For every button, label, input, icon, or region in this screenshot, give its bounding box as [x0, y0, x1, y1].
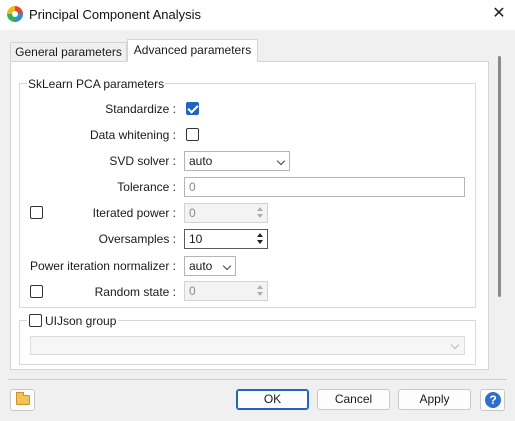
svd-solver-value: auto	[189, 154, 213, 168]
tab-general-parameters[interactable]: General parameters	[10, 42, 127, 62]
title-bar: Principal Component Analysis ✕	[0, 0, 515, 30]
standardize-checkbox[interactable]	[186, 102, 199, 115]
help-icon: ?	[485, 392, 501, 408]
sklearn-group-title: SkLearn PCA parameters	[27, 77, 166, 91]
spin-down-icon[interactable]	[255, 213, 266, 221]
random-state-value: 0	[189, 284, 196, 298]
random-state-enable-checkbox[interactable]	[30, 285, 43, 298]
app-logo-icon	[7, 6, 23, 22]
cancel-button[interactable]: Cancel	[317, 389, 390, 410]
tolerance-label: Tolerance :	[117, 180, 176, 194]
footer-divider	[8, 379, 507, 380]
iterated-power-value: 0	[189, 206, 196, 220]
iterated-power-enable-checkbox[interactable]	[30, 206, 43, 219]
svd-solver-label: SVD solver :	[109, 154, 176, 168]
spin-down-icon[interactable]	[255, 239, 266, 247]
scrollbar-thumb[interactable]	[498, 56, 501, 297]
window-title: Principal Component Analysis	[29, 7, 201, 22]
help-button[interactable]: ?	[480, 389, 505, 411]
folder-icon	[16, 392, 30, 405]
oversamples-label: Oversamples :	[98, 232, 176, 246]
standardize-label: Standardize :	[105, 102, 176, 116]
apply-button[interactable]: Apply	[398, 389, 471, 410]
iterated-power-label: Iterated power :	[92, 206, 176, 220]
uijson-group-header: UIJson group	[27, 314, 119, 328]
oversamples-spinbox[interactable]: 10	[184, 229, 268, 249]
power-iteration-normalizer-select[interactable]: auto	[184, 256, 236, 276]
random-state-spinbox[interactable]: 0	[184, 281, 268, 301]
tolerance-placeholder: 0	[189, 180, 196, 194]
load-file-button[interactable]	[10, 389, 35, 411]
chevron-down-icon	[450, 340, 460, 350]
spin-up-icon[interactable]	[255, 283, 266, 291]
data-whitening-label: Data whitening :	[89, 128, 176, 142]
power-iteration-normalizer-value: auto	[189, 259, 213, 273]
tolerance-input[interactable]: 0	[184, 177, 465, 197]
chevron-down-icon	[222, 261, 232, 271]
oversamples-value: 10	[189, 232, 203, 246]
spin-down-icon[interactable]	[255, 291, 266, 299]
chevron-down-icon	[276, 156, 286, 166]
uijson-group-checkbox[interactable]	[29, 314, 42, 327]
uijson-group-label: UIJson group	[45, 314, 117, 328]
power-iteration-normalizer-label: Power iteration normalizer :	[29, 259, 176, 273]
data-whitening-checkbox[interactable]	[186, 128, 199, 141]
random-state-label: Random state :	[94, 285, 176, 299]
close-button[interactable]: ✕	[488, 3, 510, 25]
spin-up-icon[interactable]	[255, 231, 266, 239]
iterated-power-spinbox[interactable]: 0	[184, 203, 268, 223]
uijson-group-select[interactable]	[30, 336, 465, 355]
tab-advanced-parameters[interactable]: Advanced parameters	[127, 39, 258, 62]
ok-button[interactable]: OK	[236, 389, 309, 410]
svd-solver-select[interactable]: auto	[184, 151, 290, 171]
spin-up-icon[interactable]	[255, 205, 266, 213]
